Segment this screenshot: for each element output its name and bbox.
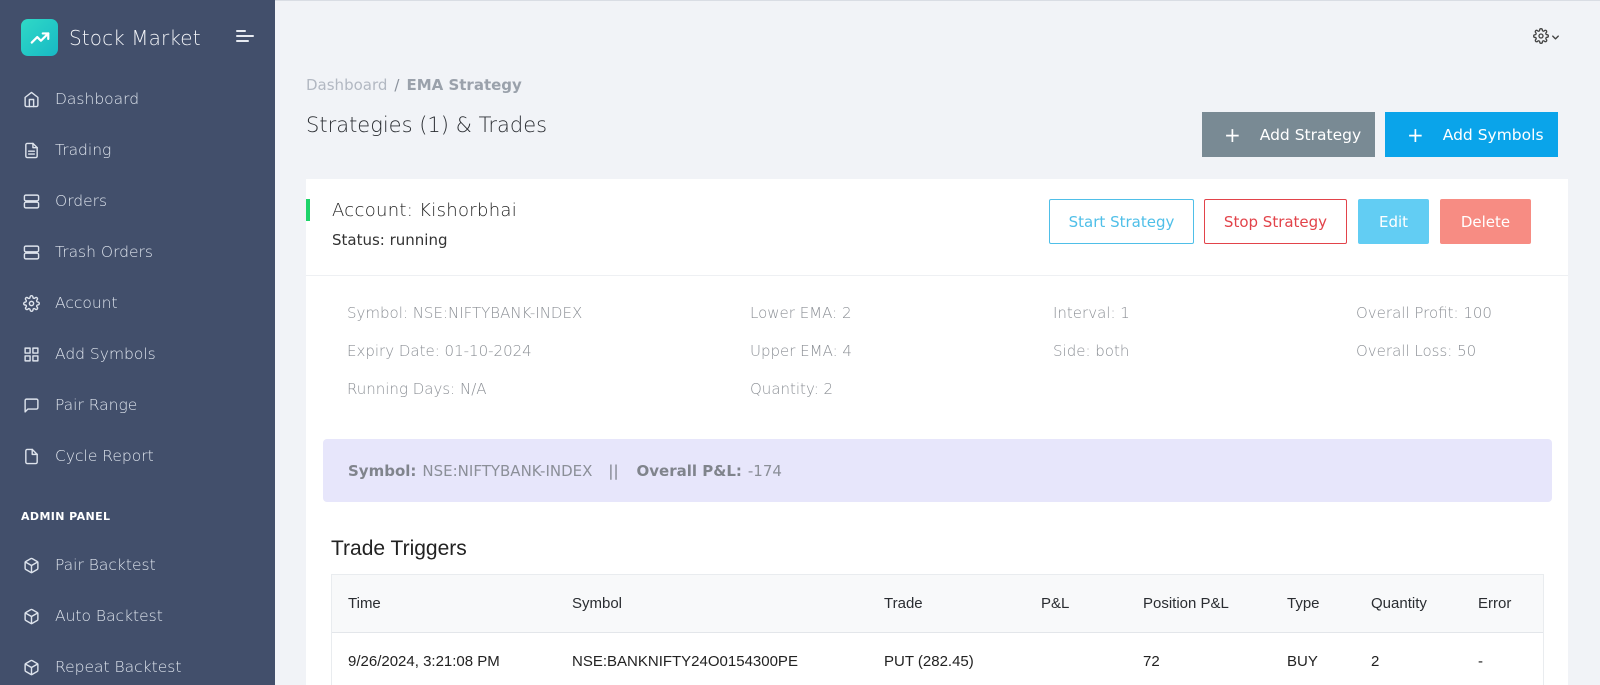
detail-lower-ema: Lower EMA: 2	[750, 304, 852, 322]
trade-triggers-title: Trade Triggers	[331, 537, 467, 560]
sidebar-item-label: Orders	[55, 192, 108, 210]
detail-expiry-date: Expiry Date: 01-10-2024	[347, 342, 532, 360]
detail-running-days: Running Days: N/A	[347, 380, 487, 398]
column-header-quantity[interactable]: Quantity	[1371, 575, 1427, 632]
summary-pnl-value: -174	[747, 461, 782, 480]
sidebar-item-label: Auto Backtest	[55, 607, 163, 625]
page-title: Strategies (1) & Trades	[306, 113, 548, 137]
stop-strategy-button[interactable]: Stop Strategy	[1204, 199, 1347, 244]
column-header-pnl[interactable]: P&L	[1041, 575, 1069, 632]
box-icon	[22, 658, 40, 676]
start-strategy-button[interactable]: Start Strategy	[1049, 199, 1194, 244]
summary-pnl-label: Overall P&L:	[636, 461, 742, 480]
sidebar-item-auto-backtest[interactable]: Auto Backtest	[0, 594, 275, 638]
gear-icon	[22, 294, 40, 312]
strategy-card-header: Account: Kishorbhai Status: running Star…	[306, 179, 1568, 276]
grid-icon	[22, 345, 40, 363]
column-header-time[interactable]: Time	[348, 575, 381, 632]
column-header-symbol[interactable]: Symbol	[572, 575, 622, 632]
trending-up-icon	[21, 19, 58, 56]
message-square-icon	[22, 396, 40, 414]
account-title: Account: Kishorbhai	[332, 200, 518, 221]
summary-symbol-value: NSE:NIFTYBANK-INDEX	[422, 461, 593, 480]
detail-quantity: Quantity: 2	[750, 380, 834, 398]
sidebar-item-account[interactable]: Account	[0, 281, 275, 325]
trade-triggers-table: Time Symbol Trade P&L Position P&L Type …	[331, 574, 1544, 685]
detail-overall-loss: Overall Loss: 50	[1356, 342, 1477, 360]
detail-overall-profit: Overall Profit: 100	[1356, 304, 1492, 322]
column-header-error[interactable]: Error	[1478, 575, 1511, 632]
sidebar-item-cycle-report[interactable]: Cycle Report	[0, 434, 275, 478]
app-name: Stock Market	[69, 25, 201, 50]
sidebar-item-label: Pair Backtest	[55, 556, 156, 574]
column-header-trade[interactable]: Trade	[884, 575, 923, 632]
server-icon	[22, 192, 40, 210]
box-icon	[22, 556, 40, 574]
cell-type: BUY	[1287, 652, 1318, 670]
sidebar-item-label: Add Symbols	[55, 345, 156, 363]
sidebar-item-label: Pair Range	[55, 396, 138, 414]
sidebar-item-label: Dashboard	[55, 90, 140, 108]
sidebar-item-label: Account	[55, 294, 118, 312]
table-header: Time Symbol Trade P&L Position P&L Type …	[332, 575, 1543, 633]
sidebar-item-label: Cycle Report	[55, 447, 154, 465]
document-icon	[22, 141, 40, 159]
sidebar-item-label: Repeat Backtest	[55, 658, 182, 676]
add-symbols-button[interactable]: + Add Symbols	[1385, 112, 1558, 157]
breadcrumb-dashboard-link[interactable]: Dashboard	[306, 76, 387, 94]
sidebar-item-add-symbols[interactable]: Add Symbols	[0, 332, 275, 376]
breadcrumb-separator: /	[394, 76, 400, 94]
home-icon	[22, 90, 40, 108]
strategy-status: Status: running	[332, 231, 448, 249]
detail-side: Side: both	[1053, 342, 1130, 360]
cell-quantity: 2	[1371, 652, 1380, 670]
sidebar: Stock Market Dashboard Trading Orders Tr…	[0, 0, 275, 685]
sidebar-item-trading[interactable]: Trading	[0, 128, 275, 172]
detail-upper-ema: Upper EMA: 4	[750, 342, 852, 360]
file-icon	[22, 447, 40, 465]
add-symbols-label: Add Symbols	[1442, 125, 1544, 144]
breadcrumb: Dashboard / EMA Strategy	[306, 76, 522, 94]
add-strategy-label: Add Strategy	[1259, 125, 1362, 144]
column-header-type[interactable]: Type	[1287, 575, 1320, 632]
plus-icon: +	[1224, 122, 1241, 147]
sidebar-item-repeat-backtest[interactable]: Repeat Backtest	[0, 645, 275, 685]
gear-icon	[1533, 28, 1549, 49]
add-strategy-button[interactable]: + Add Strategy	[1202, 112, 1375, 157]
summary-symbol-label: Symbol:	[348, 461, 417, 480]
detail-interval: Interval: 1	[1053, 304, 1130, 322]
cell-time: 9/26/2024, 3:21:08 PM	[348, 652, 500, 670]
sidebar-item-orders[interactable]: Orders	[0, 179, 275, 223]
sidebar-item-dashboard[interactable]: Dashboard	[0, 77, 275, 121]
delete-button[interactable]: Delete	[1440, 199, 1531, 244]
column-header-position-pnl[interactable]: Position P&L	[1143, 575, 1229, 632]
sidebar-item-pair-range[interactable]: Pair Range	[0, 383, 275, 427]
admin-panel-heading: ADMIN PANEL	[21, 510, 111, 523]
menu-toggle-icon[interactable]	[236, 29, 256, 45]
main-content: Dashboard / EMA Strategy Strategies (1) & …	[275, 0, 1600, 685]
top-border	[275, 0, 1600, 1]
status-accent-bar	[306, 199, 310, 221]
cell-error: -	[1478, 652, 1483, 670]
pnl-summary-banner: Symbol: NSE:NIFTYBANK-INDEX || Overall P…	[323, 439, 1552, 502]
strategy-card: Account: Kishorbhai Status: running Star…	[306, 179, 1568, 685]
table-row[interactable]: 9/26/2024, 3:21:08 PM NSE:BANKNIFTY24O01…	[332, 633, 1543, 685]
detail-symbol: Symbol: NSE:NIFTYBANK-INDEX	[347, 304, 583, 322]
settings-dropdown[interactable]	[1533, 28, 1561, 49]
chevron-down-icon	[1550, 30, 1561, 48]
sidebar-item-label: Trading	[55, 141, 112, 159]
cell-trade: PUT (282.45)	[884, 652, 974, 670]
cell-symbol: NSE:BANKNIFTY24O0154300PE	[572, 652, 798, 670]
edit-button[interactable]: Edit	[1358, 199, 1429, 244]
sidebar-item-pair-backtest[interactable]: Pair Backtest	[0, 543, 275, 587]
server-icon	[22, 243, 40, 261]
sidebar-item-trash-orders[interactable]: Trash Orders	[0, 230, 275, 274]
brand[interactable]: Stock Market	[21, 19, 201, 56]
summary-separator: ||	[608, 461, 619, 480]
box-icon	[22, 607, 40, 625]
sidebar-item-label: Trash Orders	[55, 243, 154, 261]
cell-position-pnl: 72	[1143, 652, 1160, 670]
plus-icon: +	[1407, 122, 1424, 147]
breadcrumb-current: EMA Strategy	[406, 76, 522, 94]
